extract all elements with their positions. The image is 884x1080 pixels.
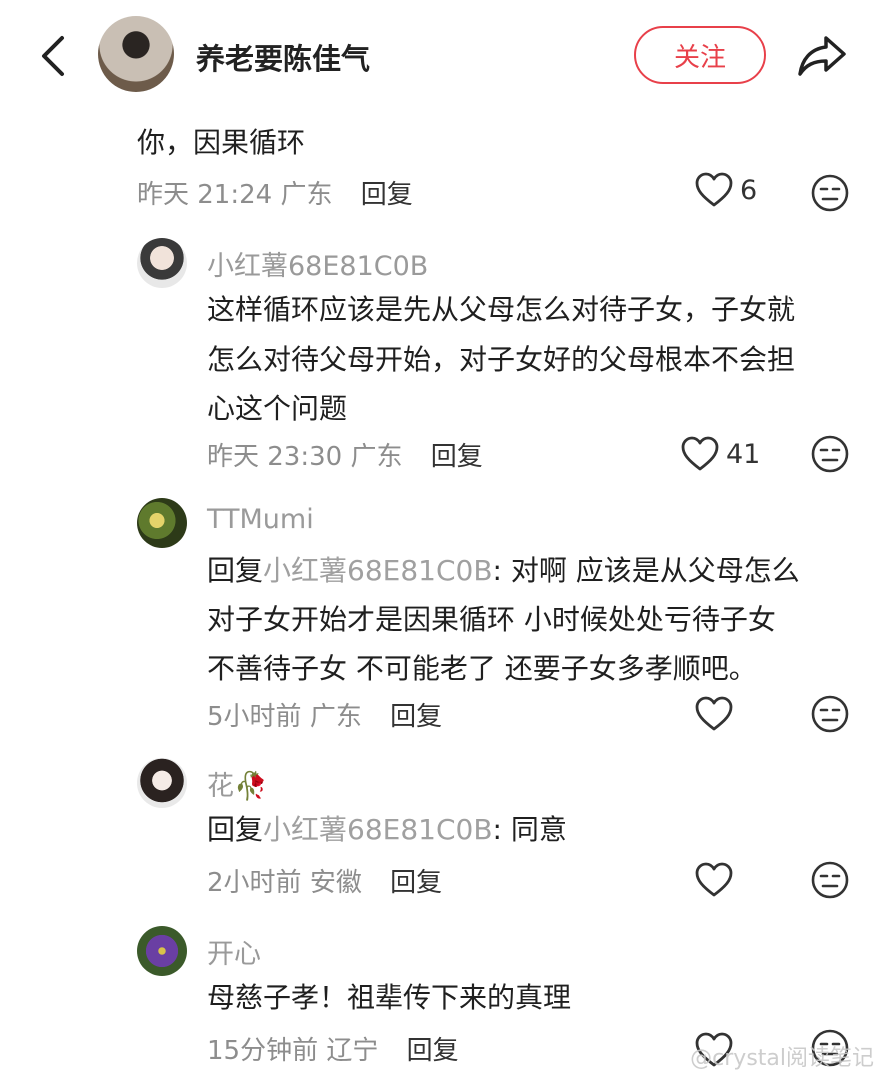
- reply-button[interactable]: 回复: [390, 868, 442, 898]
- comment-location: 广东: [280, 180, 333, 210]
- comment-location: 广东: [350, 442, 403, 472]
- comment-time: 15分钟前: [207, 1036, 319, 1066]
- reply-button[interactable]: 回复: [361, 180, 413, 210]
- avatar[interactable]: [137, 758, 187, 808]
- like-count: 41: [726, 438, 761, 470]
- comment-username[interactable]: TTMumi: [207, 504, 314, 535]
- comment-text-line: 不善待子女 不可能老了 还要子女多孝顺吧。: [207, 652, 757, 685]
- neutral-face-icon[interactable]: [810, 694, 850, 734]
- like-button[interactable]: 6: [694, 172, 757, 208]
- heart-icon: [695, 862, 733, 897]
- like-button[interactable]: [694, 862, 734, 898]
- like-button[interactable]: 41: [680, 436, 760, 472]
- neutral-face-icon[interactable]: [810, 173, 850, 213]
- neutral-face-icon[interactable]: [810, 860, 850, 900]
- like-button[interactable]: [694, 696, 734, 732]
- comment-meta: 2小时前 安徽 回复: [207, 862, 442, 899]
- comment-username[interactable]: 小红薯68E81C0B: [207, 244, 428, 283]
- share-icon[interactable]: [796, 32, 848, 80]
- comment-location: 安徽: [309, 868, 362, 898]
- reply-prefix: 回复: [207, 554, 264, 587]
- reply-target-username[interactable]: 小红薯68E81C0B: [263, 813, 493, 846]
- comment-time: 昨天 21:24: [137, 180, 273, 210]
- heart-icon: [695, 696, 733, 731]
- comment-text-line: 这样循环应该是先从父母怎么对待子女，子女就: [207, 293, 796, 326]
- comment-text-line: 回复小红薯68E81C0B: 对啊 应该是从父母怎么: [207, 547, 800, 595]
- comment-text-line: 回复小红薯68E81C0B: 同意: [207, 806, 567, 854]
- heart-icon: [681, 436, 719, 471]
- heart-icon: [695, 172, 733, 207]
- comment-text-line: 心这个问题: [207, 392, 348, 425]
- comment-meta: 15分钟前 辽宁 回复: [207, 1030, 459, 1067]
- avatar[interactable]: [137, 926, 187, 976]
- avatar[interactable]: [137, 498, 187, 548]
- avatar[interactable]: [137, 238, 187, 288]
- comment-text-line: 对子女开始才是因果循环 小时候处处亏待子女: [207, 603, 776, 636]
- comment-text-line: 怎么对待父母开始，对子女好的父母根本不会担: [207, 343, 796, 376]
- comment-text: 你，因果循环: [137, 126, 306, 159]
- comment-username[interactable]: 开心: [207, 932, 261, 971]
- author-name[interactable]: 养老要陈佳气: [196, 36, 370, 78]
- neutral-face-icon[interactable]: [810, 434, 850, 474]
- watermark: @crystal阅读笔记: [690, 1046, 874, 1071]
- reply-button[interactable]: 回复: [390, 702, 442, 732]
- reply-button[interactable]: 回复: [431, 442, 483, 472]
- author-avatar[interactable]: [98, 16, 174, 92]
- comment-text: : 同意: [492, 813, 567, 846]
- reply-prefix: 回复: [207, 813, 264, 846]
- like-count: 6: [740, 174, 758, 206]
- comment-text: : 对啊 应该是从父母怎么: [492, 554, 800, 587]
- comment-username[interactable]: 花🥀: [207, 764, 268, 803]
- follow-button[interactable]: 关注: [634, 26, 766, 84]
- comment-text: 母慈子孝！祖辈传下来的真理: [207, 981, 572, 1014]
- comment-time: 昨天 23:30: [207, 442, 343, 472]
- comment-location: 广东: [309, 702, 362, 732]
- comment-meta: 昨天 21:24 广东 回复: [137, 174, 413, 211]
- comment-meta: 5小时前 广东 回复: [207, 696, 442, 733]
- comment-meta: 昨天 23:30 广东 回复: [207, 436, 483, 473]
- comment-time: 2小时前: [207, 868, 302, 898]
- back-arrow-icon[interactable]: [38, 34, 68, 78]
- comment-location: 辽宁: [326, 1036, 379, 1066]
- reply-target-username[interactable]: 小红薯68E81C0B: [263, 554, 493, 587]
- comment-time: 5小时前: [207, 702, 302, 732]
- reply-button[interactable]: 回复: [407, 1036, 459, 1066]
